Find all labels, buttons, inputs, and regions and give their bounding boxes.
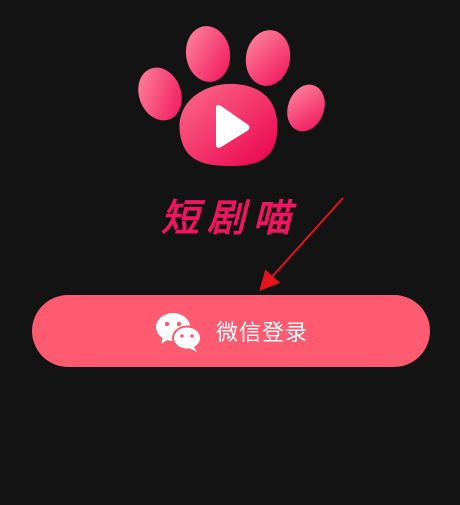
paw-play-icon <box>138 26 325 166</box>
app-name: 短剧喵 <box>160 196 299 240</box>
login-screen: 短剧喵 微信登录 <box>0 0 460 505</box>
wechat-icon <box>155 313 202 352</box>
wechat-login-button[interactable]: 微信登录 <box>32 295 430 367</box>
login-label: 微信登录 <box>215 321 308 346</box>
